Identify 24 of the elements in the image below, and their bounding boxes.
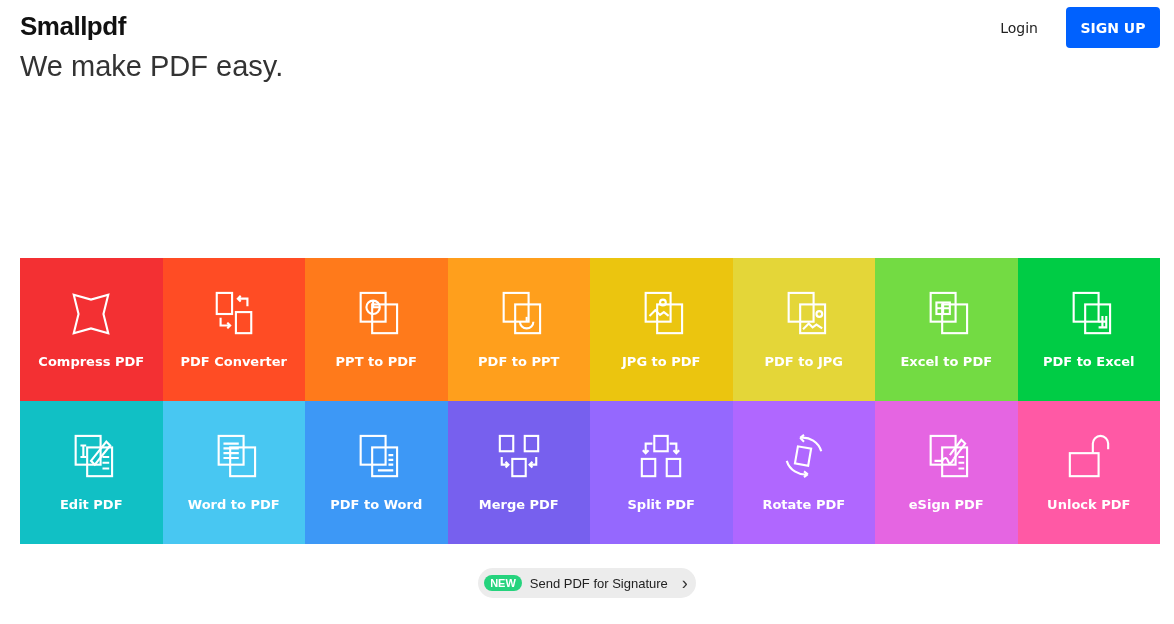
tool-tile[interactable]: eSign PDF <box>875 401 1018 544</box>
signature-promo-button[interactable]: NEW Send PDF for Signature › <box>478 568 696 598</box>
tool-tile[interactable]: Merge PDF <box>447 401 590 544</box>
tagline: We make PDF easy. <box>20 49 285 84</box>
tool-tile[interactable]: PDF to Excel <box>1017 258 1160 401</box>
logo[interactable]: Smallpdf <box>20 11 126 42</box>
login-link[interactable]: Login <box>1000 20 1038 36</box>
tool-tile[interactable]: Word to PDF <box>162 401 305 544</box>
tool-tile[interactable]: PDF to JPG <box>732 258 875 401</box>
tool-tile[interactable]: Edit PDF <box>20 401 163 544</box>
tool-tile[interactable]: Compress PDF <box>20 258 163 401</box>
chevron-icon: › <box>681 572 688 594</box>
tool-tile[interactable]: PPT to PDF <box>305 258 448 401</box>
tool-tile[interactable]: PDF to Word <box>305 401 448 544</box>
tool-tile[interactable]: Split PDF <box>590 401 733 544</box>
sign-up-button[interactable]: SIGN UP <box>1066 7 1160 48</box>
tool-tile[interactable]: Excel to PDF <box>875 258 1018 401</box>
new-badge: NEW <box>484 575 522 591</box>
tool-tile[interactable]: Rotate PDF <box>732 401 875 544</box>
promo-text: Send PDF for Signature <box>529 575 668 591</box>
tool-tile[interactable]: JPG to PDF <box>590 258 733 401</box>
tool-tile[interactable]: Unlock PDF <box>1017 401 1160 544</box>
tool-tile[interactable]: PDF to PPT <box>447 258 590 401</box>
tool-tile[interactable]: PDF Converter <box>162 258 305 401</box>
